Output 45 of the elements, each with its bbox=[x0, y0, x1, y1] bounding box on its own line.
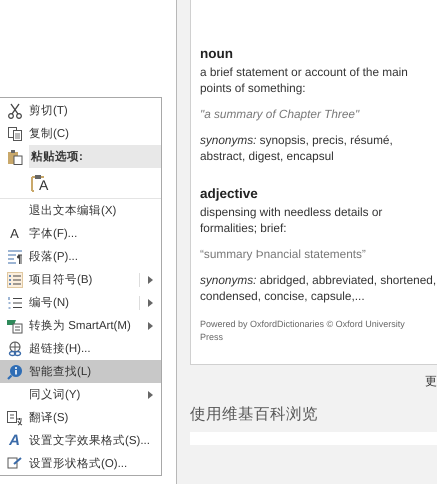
example-text: "a summary of Chapter Three" bbox=[200, 106, 360, 122]
menu-item[interactable]: 翻译(S) bbox=[0, 406, 161, 429]
menu-item[interactable]: 设置形状格式(O)... bbox=[0, 452, 161, 475]
shape-format-icon bbox=[6, 456, 22, 472]
paste-option-button[interactable]: A bbox=[29, 172, 50, 194]
menu-item[interactable]: 复制(C) bbox=[0, 122, 161, 145]
menu-item[interactable]: 编号(N) bbox=[0, 291, 161, 314]
menu-item[interactable]: 智能查找(L) bbox=[0, 360, 161, 383]
letter-icon: A bbox=[10, 226, 19, 241]
menu-item[interactable]: 退出文本编辑(X) bbox=[0, 199, 161, 222]
info-search-icon bbox=[6, 364, 22, 380]
copy-icon bbox=[6, 126, 22, 142]
text-glyph: A bbox=[39, 178, 48, 192]
clipboard-icon bbox=[6, 148, 22, 164]
part-of-speech: adjective bbox=[200, 186, 259, 202]
numbered-list-icon bbox=[6, 294, 22, 310]
menu-item[interactable]: 项目符号(B) bbox=[0, 268, 161, 291]
menu-item[interactable]: A 设置文字效果格式(S)... bbox=[0, 429, 161, 452]
scissors-icon bbox=[6, 102, 22, 118]
menu-item[interactable]: A 字体(F)... bbox=[0, 222, 161, 245]
definition-text: a brief statement or account of the main points of something: bbox=[200, 64, 409, 96]
bullet-list-icon bbox=[6, 272, 22, 288]
part-of-speech: noun bbox=[200, 46, 234, 62]
example-text: “summary Þnancial statements” bbox=[200, 246, 367, 262]
menu-item[interactable]: 超链接(H)... bbox=[0, 337, 161, 360]
credit-text: Powered by OxfordDictionaries © Oxford University Press bbox=[200, 318, 406, 344]
menu-item[interactable]: 同义词(Y) bbox=[0, 383, 161, 406]
translate-icon bbox=[6, 410, 22, 426]
definition-text: dispensing with needless details or formalities; brief: bbox=[200, 204, 384, 236]
paragraph-icon bbox=[6, 248, 22, 264]
synonyms-text: synonyms: synopsis, precis, résumé, abstract, digest, encapsul bbox=[200, 132, 394, 164]
menu-item[interactable]: 转换为 SmartArt(M) bbox=[0, 314, 161, 337]
submenu-arrow-icon bbox=[148, 298, 153, 306]
globe-link-icon bbox=[6, 340, 22, 356]
menu-item[interactable]: 剪切(T) bbox=[0, 99, 161, 122]
menu-item[interactable]: 段落(P)... bbox=[0, 245, 161, 268]
letter-icon: A bbox=[9, 432, 20, 449]
smartart-icon bbox=[6, 318, 22, 334]
menu-header: 粘贴选项: bbox=[29, 145, 161, 168]
submenu-arrow-icon bbox=[148, 276, 153, 284]
section-heading: 使用维基百科浏览 bbox=[190, 405, 319, 425]
more-link[interactable]: 更 bbox=[425, 373, 437, 390]
synonyms-text: synonyms: abridged, abbreviated, shortened, condensed, concise, capsule,... bbox=[200, 272, 437, 304]
submenu-arrow-icon bbox=[148, 322, 153, 330]
submenu-arrow-icon bbox=[148, 390, 153, 398]
